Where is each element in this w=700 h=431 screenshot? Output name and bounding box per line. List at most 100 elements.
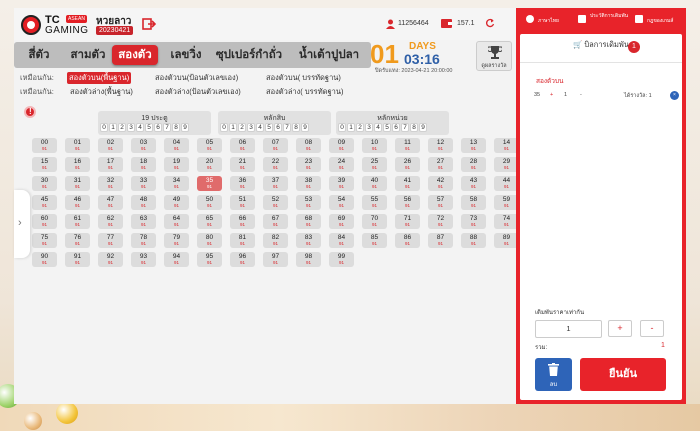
number-cell[interactable]: 21 91	[230, 157, 255, 172]
number-cell[interactable]: 91 91	[65, 252, 90, 267]
digit-button[interactable]: 3	[127, 123, 135, 132]
number-cell[interactable]: 15 91	[32, 157, 57, 172]
number-cell[interactable]: 72 91	[428, 214, 453, 229]
quantity-minus-button[interactable]: -	[640, 320, 664, 337]
number-cell[interactable]: 77 91	[98, 233, 123, 248]
digit-button[interactable]: 4	[374, 123, 382, 132]
number-cell[interactable]: 57 91	[428, 195, 453, 210]
number-cell[interactable]: 03 91	[131, 138, 156, 153]
digit-button[interactable]: 9	[181, 123, 189, 132]
number-cell[interactable]: 47 91	[98, 195, 123, 210]
number-cell[interactable]: 52 91	[263, 195, 288, 210]
number-cell[interactable]: 13 91	[461, 138, 486, 153]
number-cell[interactable]: 64 91	[164, 214, 189, 229]
number-cell[interactable]: 60 91	[32, 214, 57, 229]
number-cell[interactable]: 28 91	[461, 157, 486, 172]
digit-button[interactable]: 2	[118, 123, 126, 132]
number-cell[interactable]: 99 91	[329, 252, 354, 267]
option-bottom-standard[interactable]: สองตัวล่าง( บรรทัดฐาน)	[266, 86, 343, 98]
number-cell[interactable]: 87 91	[428, 233, 453, 248]
document-icon[interactable]	[578, 15, 586, 23]
number-cell[interactable]: 83 91	[296, 233, 321, 248]
number-cell[interactable]: 06 91	[230, 138, 255, 153]
tab-four-digits[interactable]: สี่ตัว	[22, 45, 56, 65]
number-cell[interactable]: 62 91	[98, 214, 123, 229]
number-cell[interactable]: 05 91	[197, 138, 222, 153]
tab-running-numbers[interactable]: เลขวิ่ง	[164, 45, 208, 65]
digit-button[interactable]: 8	[172, 123, 180, 132]
number-cell[interactable]: 67 91	[263, 214, 288, 229]
number-cell[interactable]: 43 91	[461, 176, 486, 191]
number-cell[interactable]: 50 91	[197, 195, 222, 210]
digit-button[interactable]: 3	[247, 123, 255, 132]
bet-plus-button[interactable]: +	[550, 92, 553, 98]
number-cell[interactable]: 53 91	[296, 195, 321, 210]
confirm-button[interactable]: ยืนยัน	[580, 358, 666, 391]
number-cell[interactable]: 82 91	[263, 233, 288, 248]
number-cell[interactable]: 38 91	[296, 176, 321, 191]
number-cell[interactable]: 11 91	[395, 138, 420, 153]
number-cell[interactable]: 56 91	[395, 195, 420, 210]
number-cell[interactable]: 45 91	[32, 195, 57, 210]
option-bottom-basic[interactable]: สองตัวล่าง(พื้นฐาน)	[70, 86, 133, 98]
digit-button[interactable]: 8	[292, 123, 300, 132]
number-cell[interactable]: 86 91	[395, 233, 420, 248]
remove-bet-button[interactable]: ×	[670, 91, 679, 100]
bet-minus-button[interactable]: -	[580, 92, 582, 98]
digit-button[interactable]: 1	[109, 123, 117, 132]
quantity-input[interactable]: 1	[535, 320, 602, 338]
number-cell[interactable]: 84 91	[329, 233, 354, 248]
number-cell[interactable]: 51 91	[230, 195, 255, 210]
number-cell[interactable]: 78 91	[131, 233, 156, 248]
number-cell[interactable]: 01 91	[65, 138, 90, 153]
number-cell[interactable]: 65 91	[197, 214, 222, 229]
digit-button[interactable]: 0	[220, 123, 228, 132]
number-cell[interactable]: 61 91	[65, 214, 90, 229]
option-bottom-manual[interactable]: สองตัวล่าง(ป้อนตัวเลขเอง)	[155, 86, 241, 98]
digit-button[interactable]: 0	[100, 123, 108, 132]
book-icon[interactable]	[635, 15, 643, 23]
option-top-basic[interactable]: สองตัวบน(พื้นฐาน)	[67, 72, 132, 84]
number-cell[interactable]: 10 91	[362, 138, 387, 153]
number-cell[interactable]: 27 91	[428, 157, 453, 172]
number-cell[interactable]: 96 91	[230, 252, 255, 267]
number-cell[interactable]: 73 91	[461, 214, 486, 229]
number-cell[interactable]: 48 91	[131, 195, 156, 210]
number-cell[interactable]: 32 91	[98, 176, 123, 191]
tab-three-digits[interactable]: สามตัว	[66, 45, 110, 65]
number-cell[interactable]: 85 91	[362, 233, 387, 248]
language-link[interactable]: ภาษาไทย	[538, 17, 559, 25]
number-cell[interactable]: 19 91	[164, 157, 189, 172]
number-cell[interactable]: 04 91	[164, 138, 189, 153]
number-cell[interactable]: 23 91	[296, 157, 321, 172]
digit-button[interactable]: 4	[136, 123, 144, 132]
number-cell[interactable]: 80 91	[197, 233, 222, 248]
number-cell[interactable]: 98 91	[296, 252, 321, 267]
number-cell[interactable]: 24 91	[329, 157, 354, 172]
number-cell[interactable]: 79 91	[164, 233, 189, 248]
number-cell[interactable]: 93 91	[131, 252, 156, 267]
collapse-handle[interactable]: ›	[14, 190, 30, 258]
number-cell[interactable]: 12 91	[428, 138, 453, 153]
number-cell[interactable]: 69 91	[329, 214, 354, 229]
quantity-plus-button[interactable]: +	[608, 320, 632, 337]
option-top-manual[interactable]: สองตัวบน(ป้อนตัวเลขเอง)	[155, 72, 238, 84]
digit-button[interactable]: 7	[283, 123, 291, 132]
delete-button[interactable]: ลบ	[535, 358, 572, 391]
number-cell[interactable]: 88 91	[461, 233, 486, 248]
digit-button[interactable]: 7	[163, 123, 171, 132]
info-icon[interactable]	[24, 106, 36, 118]
number-cell[interactable]: 95 91	[197, 252, 222, 267]
number-cell[interactable]: 08 91	[296, 138, 321, 153]
number-cell[interactable]: 49 91	[164, 195, 189, 210]
number-cell[interactable]: 36 91	[230, 176, 255, 191]
number-cell[interactable]: 58 91	[461, 195, 486, 210]
digit-button[interactable]: 5	[265, 123, 273, 132]
number-cell[interactable]: 31 91	[65, 176, 90, 191]
number-cell[interactable]: 18 91	[131, 157, 156, 172]
digit-button[interactable]: 0	[338, 123, 346, 132]
bet-history-link[interactable]: ประวัติการเดิมพัน	[590, 13, 630, 19]
number-cell[interactable]: 33 91	[131, 176, 156, 191]
number-cell[interactable]: 92 91	[98, 252, 123, 267]
number-cell[interactable]: 02 91	[98, 138, 123, 153]
